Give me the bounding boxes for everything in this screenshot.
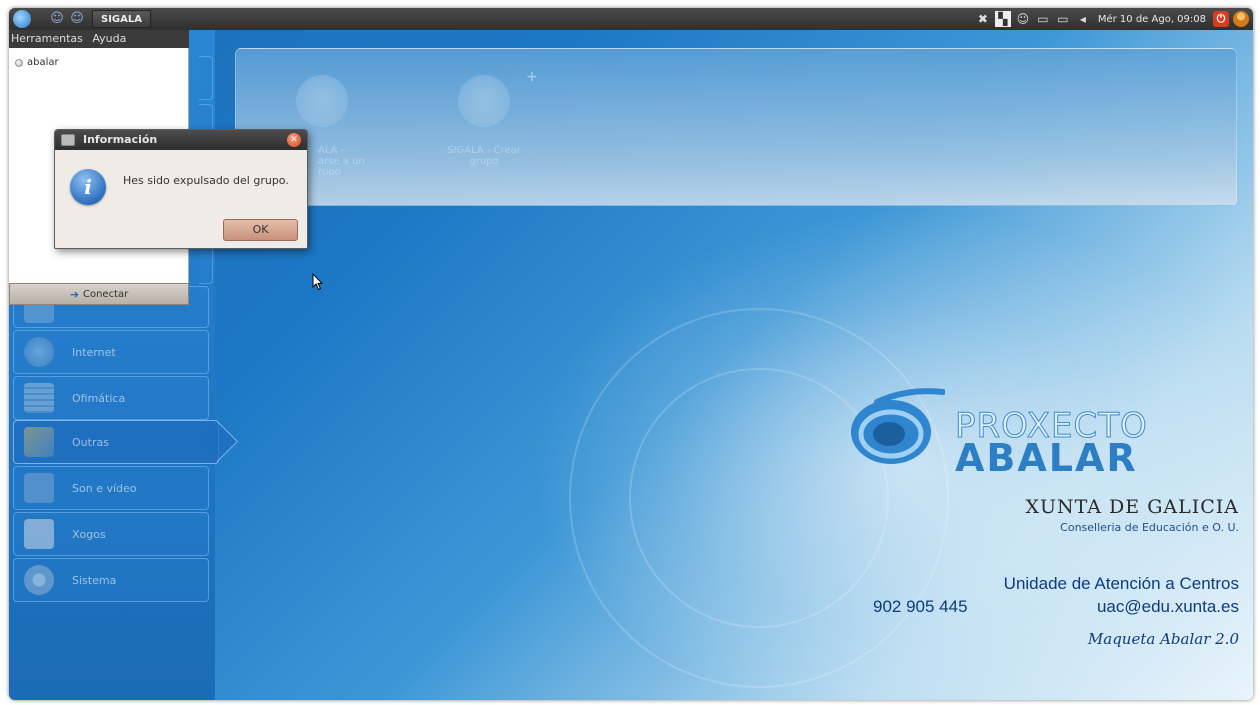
dialog-titlebar[interactable]: Información ✕ [55, 130, 307, 150]
cards-icon [24, 519, 54, 549]
sidebar-category-ofimatica[interactable]: Ofimática [13, 376, 209, 420]
window-menu-icon[interactable] [61, 134, 75, 146]
mouse-cursor-icon [312, 273, 324, 291]
volume-icon[interactable]: ◂ [1075, 11, 1091, 27]
dialog-message: Hes sido expulsado del grupo. [123, 174, 289, 187]
sidebar-category-son-e-video[interactable]: Son e vídeo [13, 466, 209, 510]
connect-label: Conectar [82, 288, 129, 300]
uac-email: uac@edu.xunta.es [1096, 597, 1239, 616]
group-icon [458, 75, 510, 127]
close-icon[interactable]: ✕ [287, 133, 301, 147]
battery-icon[interactable]: ▭ [1055, 11, 1071, 27]
sidebar-tab-edge [199, 56, 213, 100]
clock[interactable]: Mér 10 de Ago, 09:08 [1095, 14, 1209, 25]
contact-name: abalar [27, 57, 59, 68]
menu-ayuda[interactable]: Ayuda [92, 32, 126, 45]
category-label: Sistema [72, 574, 117, 587]
main-menu-icon[interactable] [13, 10, 31, 28]
abalar-logo-icon [851, 388, 945, 464]
connect-button[interactable]: ➜ Conectar [9, 283, 189, 305]
sidebar-category-sistema[interactable]: Sistema [13, 558, 209, 602]
panel-tray: ✖ ▚ ☺ ▭ ▭ ◂ Mér 10 de Ago, 09:08 ⏻ [975, 10, 1249, 28]
info-icon: i [70, 169, 106, 205]
app-label: SIGALA - Crear grupo [447, 145, 521, 167]
app-sigala-create-group[interactable]: SIGALA - Crear grupo [436, 75, 532, 167]
sidebar-category-outras[interactable]: Outras [13, 420, 219, 464]
group-icon [296, 75, 348, 127]
spreadsheet-icon [24, 383, 54, 413]
network-icon[interactable]: ▚ [994, 11, 1011, 27]
app-launcher-panel: ALA - arse a un rupo SIGALA - Crear grup… [235, 48, 1237, 206]
maqueta-text: Maqueta Abalar 2.0 [1087, 630, 1239, 648]
add-icon: + [526, 69, 538, 85]
menu-bar: Herramentas Ayuda [9, 30, 189, 48]
ok-label: OK [252, 223, 269, 236]
menu-herramentas[interactable]: Herramentas [11, 32, 83, 45]
status-icon [15, 58, 23, 67]
category-label: Son e vídeo [72, 482, 137, 495]
close-icon[interactable]: ✖ [975, 11, 991, 27]
users-icon[interactable]: ☺ [69, 11, 85, 27]
gear-icon [24, 565, 54, 595]
app-label: ALA - arse a un rupo [318, 145, 365, 178]
sidebar-category-internet[interactable]: Internet [13, 330, 209, 374]
category-label: Outras [72, 436, 109, 449]
users-icon[interactable]: ☺ [49, 11, 65, 27]
category-label: Xogos [72, 528, 106, 541]
user-icon[interactable] [1233, 11, 1249, 27]
brand-abalar: ABALAR [955, 436, 1138, 480]
dialog-title: Información [83, 133, 158, 146]
tools-icon [24, 427, 54, 457]
conselleria-text: Conselleria de Educación e O. U. [1060, 521, 1239, 534]
category-label: Ofimática [72, 392, 126, 405]
power-icon[interactable]: ⏻ [1213, 11, 1229, 27]
display-icon[interactable]: ▭ [1035, 11, 1051, 27]
media-icon [24, 473, 54, 503]
category-label: Internet [72, 346, 116, 359]
globe-icon [24, 337, 54, 367]
information-dialog: Información ✕ i Hes sido expulsado del g… [54, 129, 308, 249]
xunta-text: XUNTA DE GALICIA [1025, 496, 1239, 518]
taskbar-window-button[interactable]: SIGALA [92, 10, 151, 28]
list-item[interactable]: abalar [15, 57, 59, 68]
desktop: Internet Ofimática Outras Son e vídeo Xo… [9, 8, 1253, 700]
sidebar-category-xogos[interactable]: Xogos [13, 512, 209, 556]
connect-icon: ➜ [69, 287, 79, 301]
users-icon[interactable]: ☺ [1015, 11, 1031, 27]
uac-title: Unidade de Atención a Centros [1003, 574, 1239, 593]
ok-button[interactable]: OK [223, 219, 298, 241]
top-panel: ☺ ☺ SIGALA ✖ ▚ ☺ ▭ ▭ ◂ Mér 10 de Ago, 09… [9, 8, 1253, 30]
uac-phone: 902 905 445 [873, 597, 968, 616]
